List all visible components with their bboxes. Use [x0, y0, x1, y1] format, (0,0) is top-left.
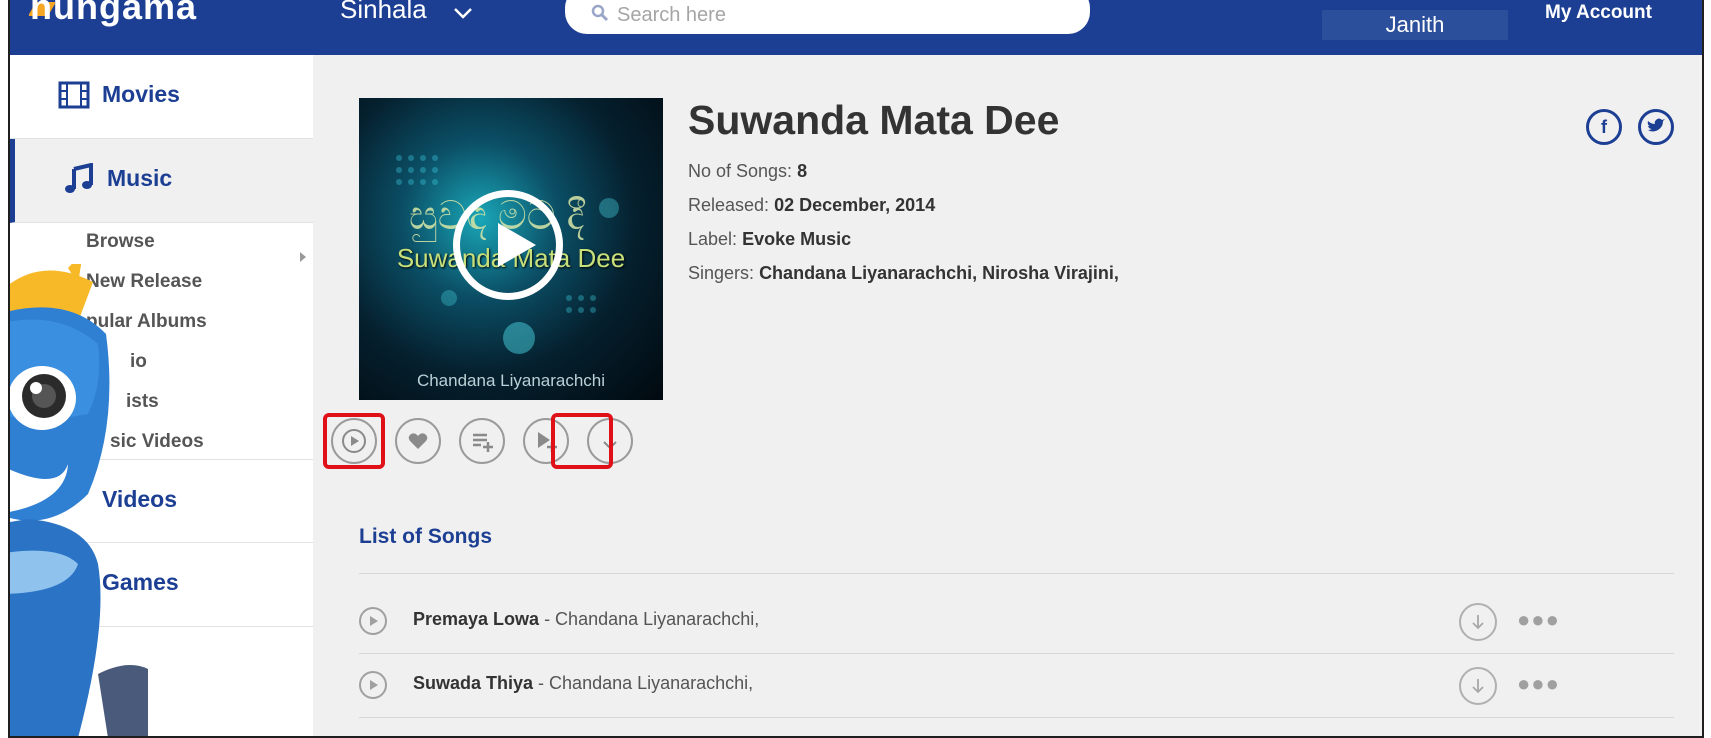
record-label: Evoke Music — [742, 229, 852, 249]
song-play-icon[interactable] — [359, 607, 387, 635]
song-title[interactable]: Suwada Thiya - Chandana Liyanarachchi, — [413, 673, 753, 694]
heart-icon — [408, 433, 428, 449]
twitter-share-button[interactable] — [1638, 109, 1674, 145]
song-download-button[interactable] — [1459, 603, 1497, 641]
divider — [359, 573, 1674, 574]
song-play-icon[interactable] — [359, 671, 387, 699]
more-options-icon[interactable]: ●●● — [1517, 671, 1560, 697]
playlist-add-icon — [473, 433, 493, 452]
songs-count: 8 — [797, 161, 808, 181]
highlight-play — [323, 413, 385, 469]
sidebar-item-music[interactable]: Music — [10, 139, 313, 223]
search-input[interactable]: Search here — [617, 4, 726, 27]
film-icon — [58, 81, 90, 109]
album-title: Suwanda Mata Dee — [688, 97, 1060, 143]
song-artist[interactable]: - Chandana Liyanarachchi, — [533, 673, 753, 693]
cover-play-button[interactable] — [453, 190, 563, 300]
song-row[interactable]: Suwada Thiya - Chandana Liyanarachchi, ●… — [359, 653, 1674, 717]
sidebar-item-label: Movies — [102, 81, 180, 107]
song-row[interactable]: Premaya Lowa - Chandana Liyanarachchi, ●… — [359, 589, 1674, 653]
meta-label: No of Songs: — [688, 161, 793, 181]
song-name[interactable]: Premaya Lowa — [413, 609, 539, 629]
album-cover[interactable]: සුවඳ මට දී Suwanda Mata Dee Chandana Liy… — [359, 98, 663, 400]
sidebar-sub-browse[interactable]: Browse — [86, 231, 155, 253]
top-header: hungama Sinhala Search here Janith My Ac… — [10, 0, 1702, 55]
list-of-songs-heading: List of Songs — [359, 525, 492, 548]
facebook-icon: f — [1601, 117, 1607, 137]
sidebar-item-movies[interactable]: Movies — [10, 55, 313, 139]
main-content: සුවඳ මට දී Suwanda Mata Dee Chandana Liy… — [313, 55, 1702, 736]
sidebar-item-label: Music — [107, 165, 173, 191]
meta-label: Singers: — [688, 263, 755, 283]
song-title[interactable]: Premaya Lowa - Chandana Liyanarachchi, — [413, 609, 759, 630]
language-selector[interactable]: Sinhala — [340, 0, 427, 25]
mascot-image — [10, 264, 148, 736]
music-note-icon — [65, 163, 93, 193]
user-name[interactable]: Janith — [1322, 10, 1508, 40]
label-row: Label: Evoke Music — [688, 229, 851, 250]
chevron-right-icon — [300, 252, 306, 262]
add-to-playlist-button[interactable] — [459, 418, 505, 464]
cover-artist: Chandana Liyanarachchi — [416, 371, 606, 390]
twitter-icon — [1647, 118, 1665, 132]
meta-label: Label: — [688, 229, 738, 249]
logo[interactable]: hungama — [30, 0, 197, 28]
singers-row: Singers: Chandana Liyanarachchi, Nirosha… — [688, 263, 1119, 284]
my-account-link[interactable]: My Account — [1545, 2, 1652, 24]
app-frame: hungama Sinhala Search here Janith My Ac… — [8, 0, 1704, 738]
download-icon — [1472, 679, 1484, 694]
search-box[interactable]: Search here — [565, 0, 1090, 34]
favorite-button[interactable] — [395, 418, 441, 464]
meta-label: Released: — [688, 195, 770, 215]
song-name[interactable]: Suwada Thiya — [413, 673, 533, 693]
chevron-down-icon[interactable] — [452, 2, 474, 24]
released-row: Released: 02 December, 2014 — [688, 195, 935, 216]
song-artist[interactable]: - Chandana Liyanarachchi, — [539, 609, 759, 629]
facebook-share-button[interactable]: f — [1586, 109, 1622, 145]
search-icon — [591, 4, 609, 22]
play-icon — [498, 223, 536, 267]
release-date: 02 December, 2014 — [774, 195, 936, 215]
songs-count-row: No of Songs: 8 — [688, 161, 807, 182]
song-download-button[interactable] — [1459, 667, 1497, 705]
download-icon — [1472, 615, 1484, 630]
divider — [359, 717, 1674, 718]
highlight-download — [551, 413, 613, 469]
singers[interactable]: Chandana Liyanarachchi, Nirosha Virajini… — [759, 263, 1119, 283]
more-options-icon[interactable]: ●●● — [1517, 607, 1560, 633]
